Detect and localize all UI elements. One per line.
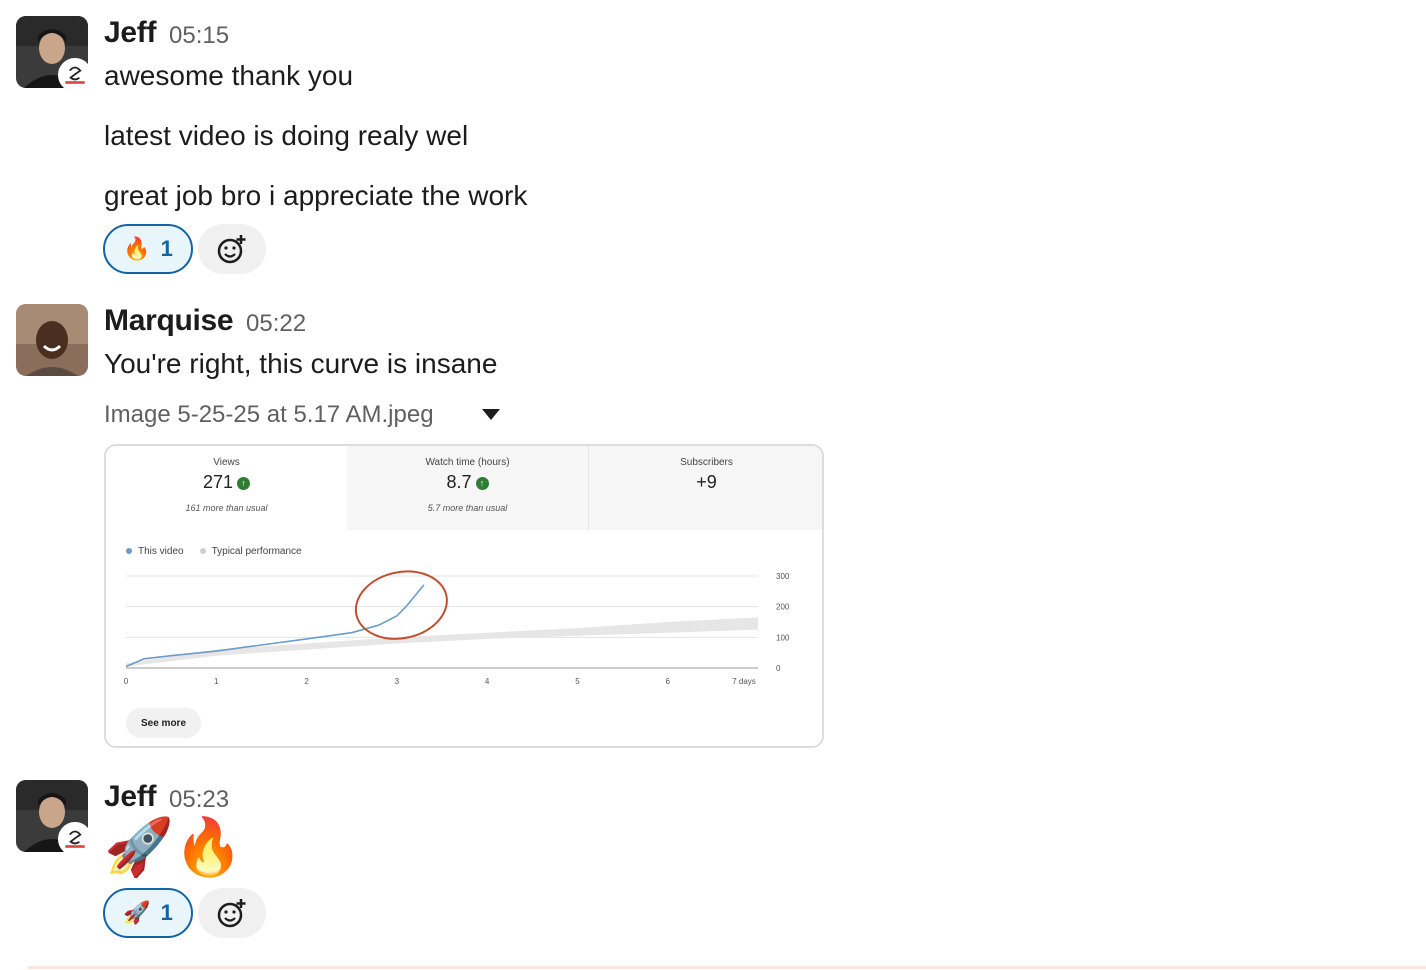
attachment-filename[interactable]: Image 5-25-25 at 5.17 AM.jpeg: [104, 401, 434, 429]
add-reaction-button[interactable]: [198, 888, 266, 938]
y-tick-label: 300: [776, 572, 790, 581]
x-tick-label: 6: [665, 677, 670, 686]
add-emoji-icon: [217, 235, 246, 264]
author-name[interactable]: Marquise: [104, 304, 234, 338]
line-chart: 0 100 200 300 0 1 2 3 4 5 6 7 days: [124, 570, 790, 686]
author-name[interactable]: Jeff: [104, 780, 156, 814]
message-line: awesome thank you: [104, 60, 354, 91]
add-reaction-button[interactable]: [198, 224, 266, 274]
see-more-button[interactable]: See more: [126, 708, 201, 738]
add-emoji-icon: [217, 899, 246, 928]
message-line: latest video is doing realy wel: [104, 120, 469, 151]
avatar[interactable]: [16, 16, 92, 92]
reaction-count: 1: [160, 236, 173, 261]
x-tick-label: 4: [485, 677, 490, 686]
x-tick-label: 1: [214, 677, 219, 686]
x-tick-label: 7 days: [732, 677, 756, 686]
reaction-fire[interactable]: 🔥 1: [103, 224, 193, 274]
reaction-rocket[interactable]: 🚀 1: [103, 888, 193, 938]
message-line: You're right, this curve is insane: [104, 348, 498, 379]
chevron-down-icon[interactable]: [482, 409, 500, 420]
rocket-emoji-icon: 🚀: [123, 900, 151, 925]
timestamp[interactable]: 05:15: [169, 22, 229, 50]
emoji-message: 🚀🔥: [104, 815, 244, 878]
this-video-line: [125, 584, 425, 668]
message-jeff-1: Jeff 05:15 awesome thank you latest vide…: [0, 0, 1426, 280]
reaction-count: 1: [160, 900, 173, 925]
x-tick-label: 3: [395, 677, 400, 686]
avatar[interactable]: [16, 304, 88, 376]
x-tick-label: 2: [304, 677, 309, 686]
author-name[interactable]: Jeff: [104, 16, 156, 50]
y-tick-label: 100: [776, 633, 790, 642]
y-tick-label: 0: [776, 664, 781, 673]
y-tick-label: 200: [776, 603, 790, 612]
fire-emoji-icon: 🔥: [123, 236, 151, 261]
timestamp[interactable]: 05:22: [246, 310, 306, 338]
workspace-badge-icon: [58, 822, 92, 856]
avatar[interactable]: [16, 780, 92, 856]
image-attachment[interactable]: Views 271 ↑ 161 more than usual Watch tim…: [104, 444, 824, 748]
x-tick-label: 0: [124, 677, 129, 686]
workspace-badge-icon: [58, 58, 92, 92]
timestamp[interactable]: 05:23: [169, 786, 229, 814]
marquise-avatar-photo: [16, 304, 88, 376]
typical-performance-band: [126, 617, 758, 667]
new-messages-divider: [28, 966, 1426, 969]
x-tick-label: 5: [575, 677, 580, 686]
message-line: great job bro i appreciate the work: [104, 180, 528, 211]
